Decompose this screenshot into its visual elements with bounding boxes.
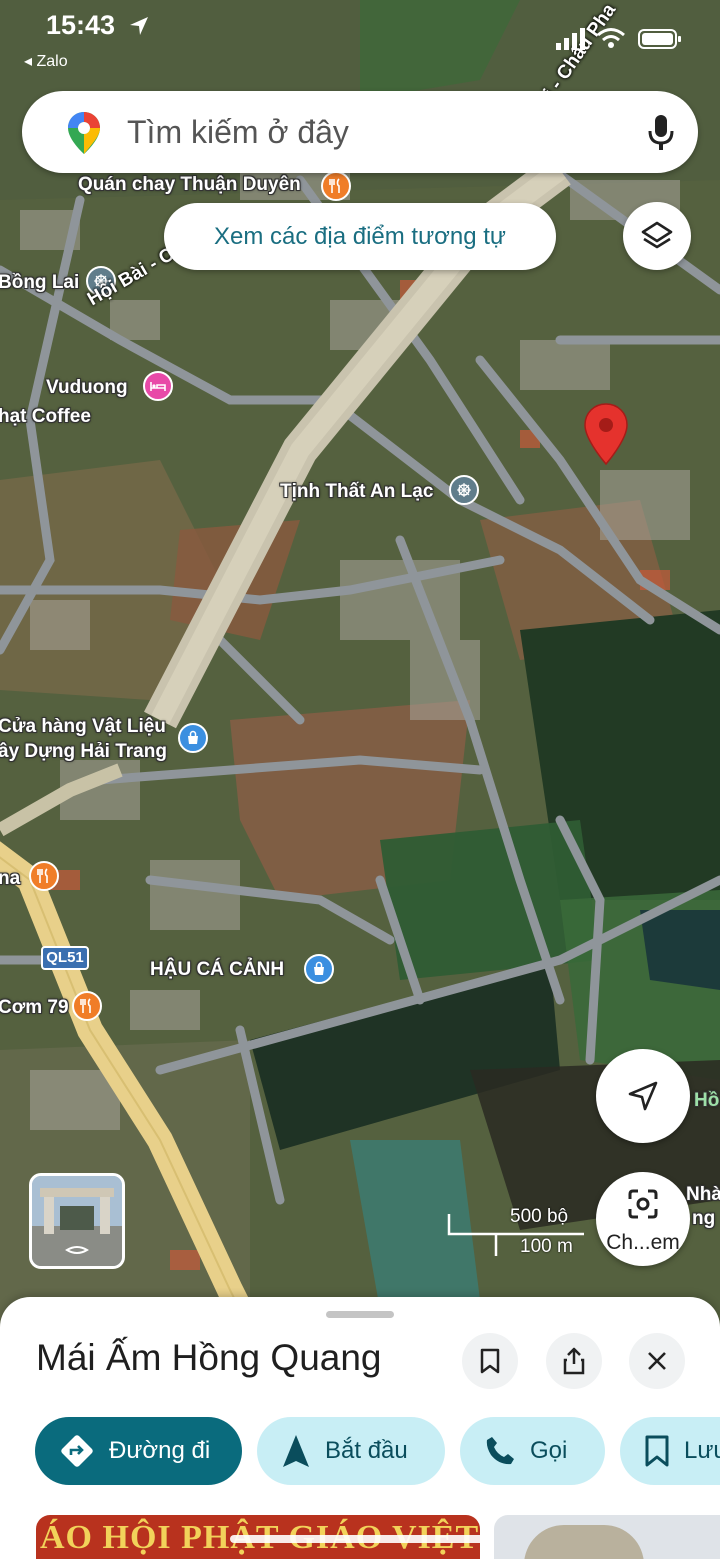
close-icon xyxy=(648,1352,666,1370)
call-button[interactable]: Gọi xyxy=(460,1417,605,1485)
microphone-icon[interactable] xyxy=(648,113,674,151)
search-bar[interactable]: Tìm kiếm ở đây xyxy=(22,91,698,173)
restaurant-icon[interactable] xyxy=(72,991,102,1021)
back-to-app-link[interactable]: ◂ Zalo xyxy=(24,51,68,71)
google-maps-pin-icon xyxy=(68,112,100,154)
directions-button[interactable]: Đường đi xyxy=(35,1417,242,1485)
map-scale: 500 bộ 100 m xyxy=(446,1206,586,1258)
start-button[interactable]: Bắt đầu xyxy=(257,1417,445,1485)
phone-icon xyxy=(486,1437,514,1465)
bookmark-icon xyxy=(480,1348,500,1374)
poi-label-tinh-that[interactable]: Tịnh Thất An Lạc xyxy=(280,481,433,503)
status-time: 15:43 xyxy=(46,10,116,40)
place-bottom-sheet[interactable]: Mái Ấm Hồng Quang Đường đi Bắt đầu Gọi L… xyxy=(0,1297,720,1559)
poi-label-vat-lieu-line1[interactable]: Cửa hàng Vật Liệu xyxy=(0,716,166,738)
navigation-triangle-icon xyxy=(283,1435,309,1467)
poi-label-edge-ng[interactable]: ng xyxy=(692,1208,715,1230)
poi-label-com79[interactable]: Cơm 79 xyxy=(0,997,69,1019)
sheet-drag-handle[interactable] xyxy=(326,1311,394,1318)
share-icon xyxy=(563,1347,585,1375)
location-arrow-icon xyxy=(130,17,148,35)
poi-label-na[interactable]: na xyxy=(0,868,20,890)
route-badge-label: QL51 xyxy=(46,949,84,966)
street-view-image xyxy=(32,1176,122,1266)
hotel-icon[interactable] xyxy=(143,371,173,401)
save-label: Lưu xyxy=(684,1437,720,1464)
route-badge-ql51: QL51 xyxy=(41,946,89,970)
layers-icon xyxy=(641,221,673,249)
close-button[interactable] xyxy=(629,1333,685,1389)
poi-label-vuduong[interactable]: Vuduong xyxy=(46,377,128,399)
place-title: Mái Ấm Hồng Quang xyxy=(36,1337,382,1378)
temple-icon[interactable] xyxy=(449,475,479,505)
poi-label-vat-lieu-line2[interactable]: ây Dựng Hải Trang xyxy=(0,741,167,763)
poi-label-bong-lai[interactable]: Bồng Lai xyxy=(0,272,79,294)
status-bar: 15:43 ◂ Zalo xyxy=(0,0,720,80)
restaurant-icon[interactable] xyxy=(29,861,59,891)
save-chip-button[interactable]: Lưu xyxy=(620,1417,720,1485)
save-place-button[interactable] xyxy=(462,1333,518,1389)
satellite-imagery xyxy=(0,0,720,1340)
search-placeholder[interactable]: Tìm kiếm ở đây xyxy=(127,114,349,151)
signal-icon xyxy=(556,28,585,50)
poi-label-edge-nha[interactable]: Nhà xyxy=(686,1184,720,1206)
similar-places-label: Xem các địa điểm tương tự xyxy=(214,222,506,250)
lens-button[interactable]: Ch...em xyxy=(596,1172,690,1266)
home-indicator xyxy=(230,1535,490,1543)
street-view-thumbnail[interactable] xyxy=(29,1173,125,1269)
layers-button[interactable] xyxy=(623,202,691,270)
shopping-icon[interactable] xyxy=(178,723,208,753)
place-pin-icon[interactable] xyxy=(583,402,629,466)
poi-label-edge-ho[interactable]: Hồ xyxy=(694,1090,719,1112)
start-label: Bắt đầu xyxy=(325,1437,408,1464)
place-photo-2[interactable] xyxy=(494,1515,720,1559)
call-label: Gọi xyxy=(530,1437,568,1464)
battery-icon xyxy=(638,29,681,49)
poi-label-hat-coffee[interactable]: hạt Coffee xyxy=(0,406,91,428)
poi-label-thuan-duyen[interactable]: Quán chay Thuận Duyên xyxy=(78,174,301,196)
photo-building xyxy=(524,1525,644,1559)
shopping-icon[interactable] xyxy=(304,954,334,984)
navigation-arrow-icon xyxy=(628,1081,658,1111)
poi-label-hau-ca-canh[interactable]: HẬU CÁ CẢNH xyxy=(150,959,284,981)
similar-places-chip[interactable]: Xem các địa điểm tương tự xyxy=(164,203,556,270)
bookmark-icon xyxy=(645,1435,669,1467)
directions-diamond-icon xyxy=(61,1435,93,1467)
lens-button-label: Ch...em xyxy=(606,1231,680,1254)
scale-bar xyxy=(447,1214,584,1256)
satellite-map[interactable]: Quán chay Thuận Duyên Bồng Lai Hội Bài -… xyxy=(0,0,720,1340)
wifi-icon xyxy=(597,28,625,48)
share-button[interactable] xyxy=(546,1333,602,1389)
camera-lens-icon xyxy=(628,1189,658,1219)
directions-label: Đường đi xyxy=(109,1437,211,1464)
restaurant-icon[interactable] xyxy=(321,171,351,201)
my-location-button[interactable] xyxy=(596,1049,690,1143)
